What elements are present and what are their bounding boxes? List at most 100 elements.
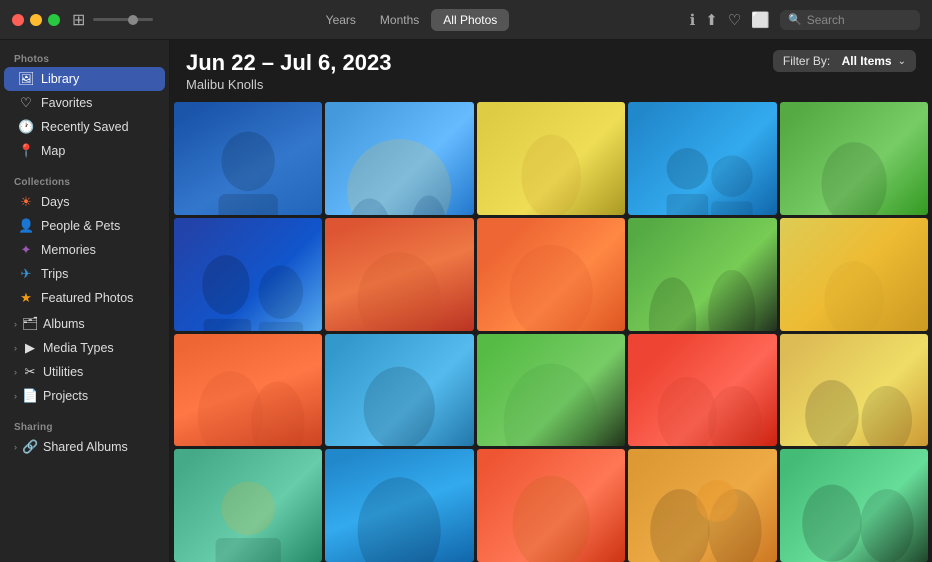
main: Photos 🖼 Library ♡ Favorites 🕐 Recently … [0,40,932,562]
photo-cell[interactable] [174,334,322,447]
photo-cell[interactable] [780,218,928,331]
media-types-disclosure-arrow: › [14,343,17,353]
favorites-icon: ♡ [18,95,34,111]
maximize-button[interactable] [48,14,60,26]
photo-cell[interactable] [780,334,928,447]
titlebar-right: ℹ ⬆ ♡ ⬜ 🔍 [690,10,920,30]
photo-cell[interactable] [780,449,928,562]
location-name: Malibu Knolls [186,77,391,92]
sidebar-item-featured-photos-label: Featured Photos [41,291,133,305]
sidebar-item-shared-albums[interactable]: › 🔗 Shared Albums [4,435,165,459]
sidebar-item-trips[interactable]: ✈ Trips [4,262,165,286]
sidebar-item-projects[interactable]: › 📄 Projects [4,384,165,408]
albums-icon: 🗂 [22,316,38,332]
titlebar: ⊞ Years Months All Photos ℹ ⬆ ♡ ⬜ 🔍 [0,0,932,40]
sidebar-item-people-pets[interactable]: 👤 People & Pets [4,214,165,238]
photo-cell[interactable] [780,102,928,215]
sidebar-item-trips-label: Trips [41,267,68,281]
slider-track [93,18,153,21]
content-header: Jun 22 – Jul 6, 2023 Malibu Knolls Filte… [170,40,932,98]
heart-icon[interactable]: ♡ [728,11,741,29]
sidebar-item-albums[interactable]: › 🗂 Albums [4,312,165,336]
sidebar-item-library-label: Library [41,72,79,86]
photo-cell[interactable] [325,218,473,331]
trips-icon: ✈ [18,266,34,282]
photo-cell[interactable] [174,102,322,215]
collections-section-label: Collections [0,171,169,190]
library-icon: 🖼 [18,71,34,87]
featured-photos-icon: ★ [18,290,34,306]
photo-grid [170,98,932,562]
search-input[interactable] [807,13,907,27]
filter-prefix: Filter By: [783,54,830,68]
people-pets-icon: 👤 [18,218,34,234]
filter-value: All Items [842,54,892,68]
shared-albums-disclosure-arrow: › [14,442,17,452]
days-icon: ☀ [18,194,34,210]
sidebar: Photos 🖼 Library ♡ Favorites 🕐 Recently … [0,40,170,562]
photo-cell[interactable] [477,218,625,331]
sidebar-item-media-types[interactable]: › ▶ Media Types [4,336,165,360]
sidebar-item-map[interactable]: 📍 Map [4,139,165,163]
slider-thumb [128,15,138,25]
sidebar-item-featured-photos[interactable]: ★ Featured Photos [4,286,165,310]
close-button[interactable] [12,14,24,26]
nav-tabs: Years Months All Photos [314,9,510,31]
view-icon[interactable]: ⊞ [72,10,85,30]
memories-icon: ✦ [18,242,34,258]
photo-cell[interactable] [174,449,322,562]
recently-saved-icon: 🕐 [18,119,34,135]
share-icon[interactable]: ⬆ [705,11,718,29]
tab-years[interactable]: Years [314,9,368,31]
photo-cell[interactable] [477,102,625,215]
photos-section-label: Photos [0,48,169,67]
photo-cell[interactable] [325,102,473,215]
sidebar-item-days[interactable]: ☀ Days [4,190,165,214]
tab-all-photos[interactable]: All Photos [431,9,509,31]
traffic-lights [12,14,60,26]
slideshow-icon[interactable]: ⬜ [751,11,770,29]
albums-label: Albums [43,317,85,331]
sidebar-item-days-label: Days [41,195,69,209]
photo-cell[interactable] [628,334,776,447]
shared-albums-label: Shared Albums [43,440,128,454]
sidebar-item-map-label: Map [41,144,65,158]
utilities-disclosure-arrow: › [14,367,17,377]
titlebar-center: ⊞ Years Months All Photos ℹ ⬆ ♡ ⬜ 🔍 [72,9,920,31]
projects-disclosure-arrow: › [14,391,17,401]
search-bar[interactable]: 🔍 [780,10,920,30]
content-area: Jun 22 – Jul 6, 2023 Malibu Knolls Filte… [170,40,932,562]
sidebar-item-memories[interactable]: ✦ Memories [4,238,165,262]
media-types-icon: ▶ [22,340,38,356]
sidebar-item-people-pets-label: People & Pets [41,219,120,233]
sidebar-item-utilities[interactable]: › ✂ Utilities [4,360,165,384]
filter-button[interactable]: Filter By: All Items ⌄ [773,50,916,72]
photo-cell[interactable] [477,449,625,562]
photo-cell[interactable] [325,334,473,447]
search-icon: 🔍 [788,13,802,26]
photo-cell[interactable] [628,449,776,562]
sidebar-item-memories-label: Memories [41,243,96,257]
tab-months[interactable]: Months [368,9,431,31]
filter-chevron-icon: ⌄ [898,56,906,67]
sidebar-item-favorites[interactable]: ♡ Favorites [4,91,165,115]
photo-cell[interactable] [628,218,776,331]
photo-cell[interactable] [628,102,776,215]
projects-icon: 📄 [22,388,38,404]
header-info: Jun 22 – Jul 6, 2023 Malibu Knolls [186,50,391,92]
sidebar-item-favorites-label: Favorites [41,96,92,110]
photo-cell[interactable] [477,334,625,447]
photo-cell[interactable] [325,449,473,562]
shared-albums-icon: 🔗 [22,439,38,455]
minimize-button[interactable] [30,14,42,26]
date-range: Jun 22 – Jul 6, 2023 [186,50,391,76]
sharing-section-label: Sharing [0,416,169,435]
sidebar-item-library[interactable]: 🖼 Library [4,67,165,91]
photo-cell[interactable] [174,218,322,331]
sidebar-item-recently-saved[interactable]: 🕐 Recently Saved [4,115,165,139]
utilities-icon: ✂ [22,364,38,380]
zoom-slider[interactable] [93,18,153,21]
map-icon: 📍 [18,143,34,159]
projects-label: Projects [43,389,88,403]
info-icon[interactable]: ℹ [690,11,696,29]
